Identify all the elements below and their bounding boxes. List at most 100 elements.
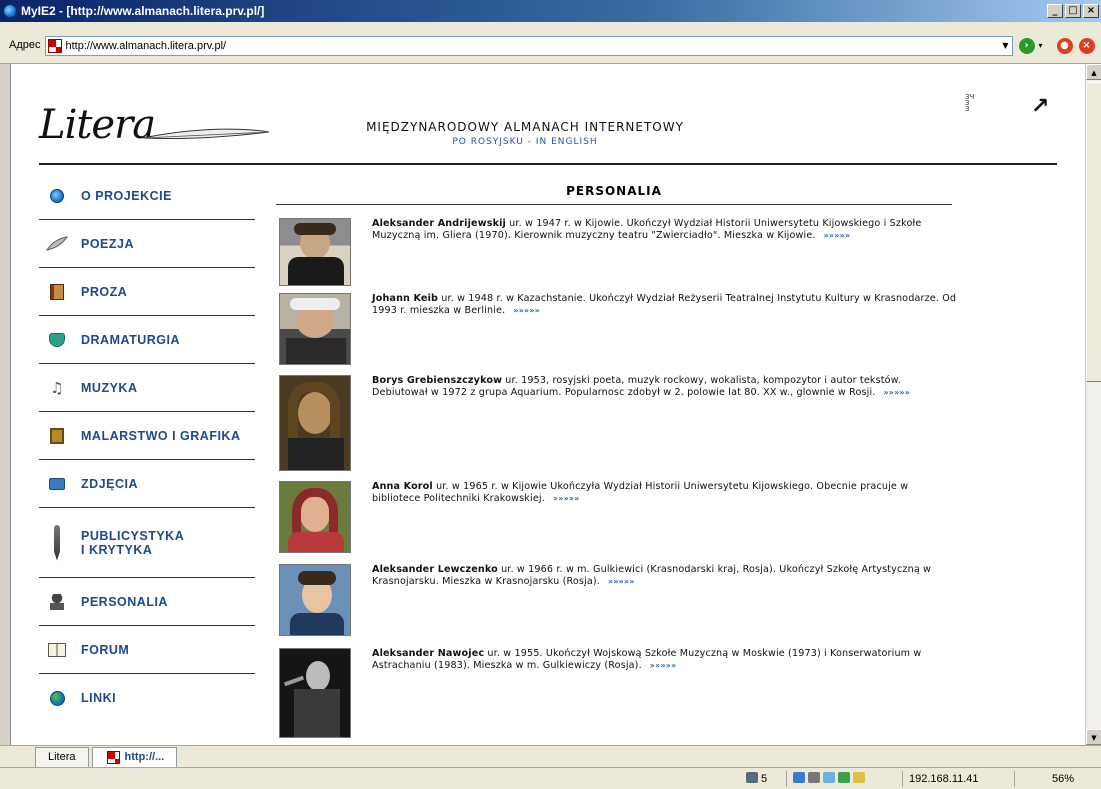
theater-mask-icon (46, 329, 68, 351)
nav-item-o-projekcie[interactable]: O PROJEKCIE (39, 172, 255, 220)
fountain-pen-icon (46, 523, 68, 563)
address-label: Адрес (9, 39, 41, 51)
feather-logo-icon (142, 128, 270, 140)
scroll-down-icon[interactable]: ▼ (1086, 729, 1101, 745)
tab-label: Litera (48, 751, 76, 763)
print-icon[interactable] (808, 772, 820, 783)
nav-item-label: FORUM (81, 642, 130, 657)
trash-icon (746, 772, 758, 783)
zoom-level[interactable]: 56% (1014, 771, 1084, 787)
link-russian[interactable]: PO ROSYJSKU (452, 137, 524, 147)
nav-item-label: MALARSTWO I GRAFIKA (81, 428, 241, 443)
person-name[interactable]: Borys Grebienszczykow (372, 375, 502, 386)
person-name[interactable]: Anna Korol (372, 481, 433, 492)
nav-item-publicystyka[interactable]: PUBLICYSTYKA I KRYTYKA (39, 508, 255, 578)
address-field[interactable]: http://www.almanach.litera.prv.pl/ ▼ (44, 36, 1013, 56)
list-item: Aleksander Nawojec ur. w 1955. Ukończył … (279, 648, 959, 738)
address-dropdown-icon[interactable]: ▼ (1000, 37, 1012, 55)
book-icon (46, 281, 68, 303)
nav-item-label: PUBLICYSTYKA I KRYTYKA (81, 528, 185, 557)
maximize-button[interactable]: □ (1065, 4, 1081, 18)
site-logo[interactable]: Litera (39, 102, 156, 148)
person-photo[interactable] (279, 648, 351, 738)
address-bar: Адрес http://www.almanach.litera.prv.pl/… (0, 22, 1101, 64)
more-link[interactable]: »»»»» (824, 231, 851, 240)
nav-item-muzyka[interactable]: ♫ MUZYKA (39, 364, 255, 412)
person-bio: Johann Keib ur. w 1948 r. w Kazachstanie… (372, 293, 959, 365)
nav-item-linki[interactable]: LINKI (39, 674, 255, 722)
go-dropdown-icon[interactable]: ▾ (1035, 37, 1047, 55)
window-title: MyIE2 - [http://www.almanach.litera.prv.… (21, 4, 265, 18)
person-photo[interactable] (279, 293, 351, 365)
open-book-icon (46, 639, 68, 661)
person-photo[interactable] (279, 481, 351, 553)
sidebar-nav: O PROJEKCIE POEZJA PROZA DRAMATURGIA ♫ M… (39, 172, 255, 722)
status-tool-icons (786, 771, 868, 787)
nav-item-dramaturgia[interactable]: DRAMATURGIA (39, 316, 255, 364)
nav-item-label: PERSONALIA (81, 594, 168, 609)
tab-current-page[interactable]: http://... (91, 747, 178, 767)
scroll-up-icon[interactable]: ▲ (1086, 64, 1101, 80)
site-favicon-icon (47, 39, 62, 53)
person-name[interactable]: Aleksander Lewczenko (372, 564, 498, 575)
nav-item-label: DRAMATURGIA (81, 332, 181, 347)
more-link[interactable]: »»»»» (883, 388, 910, 397)
nav-item-label: ZDJĘCIA (81, 476, 138, 491)
window-titlebar[interactable]: MyIE2 - [http://www.almanach.litera.prv.… (0, 0, 1101, 22)
content-divider (276, 204, 952, 205)
stop-icon[interactable]: ● (1056, 38, 1073, 54)
external-arrow-icon[interactable]: ↗ (1031, 94, 1049, 119)
more-link[interactable]: »»»»» (608, 577, 635, 586)
person-bio: Anna Korol ur. w 1965 r. w Kijowie Ukońc… (372, 481, 959, 553)
feather-icon (46, 233, 68, 255)
nav-item-malarstwo[interactable]: MALARSTWO I GRAFIKA (39, 412, 255, 460)
person-bio: Aleksander Andrijewskij ur. w 1947 r. w … (372, 218, 959, 286)
tab-label: http://... (124, 751, 165, 763)
nav-item-forum[interactable]: FORUM (39, 626, 255, 674)
list-item: Aleksander Andrijewskij ur. w 1947 r. w … (279, 218, 959, 286)
person-name[interactable]: Aleksander Nawojec (372, 648, 484, 659)
globe-icon (46, 687, 68, 709)
popup-blocker-icon[interactable] (793, 772, 805, 783)
nav-item-label: LINKI (81, 691, 117, 705)
person-photo[interactable] (279, 564, 351, 636)
address-url[interactable]: http://www.almanach.litera.prv.pl/ (66, 40, 1000, 52)
forward-arrow-icon[interactable] (838, 772, 850, 783)
more-link[interactable]: »»»»» (650, 661, 677, 670)
person-photo[interactable] (279, 375, 351, 471)
nav-item-zdjecia[interactable]: ZDJĘCIA (39, 460, 255, 508)
person-name[interactable]: Johann Keib (372, 293, 438, 304)
link-english[interactable]: IN ENGLISH (536, 137, 598, 147)
scroll-thumb[interactable] (1086, 82, 1101, 382)
language-links: PO ROSYJSKU - IN ENGLISH (335, 137, 715, 147)
nav-item-personalia[interactable]: PERSONALIA (39, 578, 255, 626)
trash-count: 5 (761, 773, 768, 785)
list-item: Borys Grebienszczykow ur. 1953, rosyjski… (279, 375, 959, 471)
corner-mark: ЗЧ З З (965, 93, 975, 113)
go-icon[interactable]: › (1018, 38, 1035, 54)
more-link[interactable]: »»»»» (553, 494, 580, 503)
window-icon[interactable] (823, 772, 835, 783)
minimize-button[interactable]: _ (1047, 4, 1063, 18)
vertical-scrollbar[interactable]: ▲ ▼ (1085, 64, 1101, 745)
header-divider (39, 163, 1057, 165)
person-bio: Aleksander Nawojec ur. w 1955. Ukończył … (372, 648, 959, 738)
close-page-icon[interactable]: × (1078, 38, 1095, 54)
list-item: Aleksander Lewczenko ur. w 1966 r. w m. … (279, 564, 959, 636)
trash-counter[interactable]: 5 (740, 771, 767, 787)
person-bio: Borys Grebienszczykow ur. 1953, rosyjski… (372, 375, 959, 471)
person-name[interactable]: Aleksander Andrijewskij (372, 218, 506, 229)
more-link[interactable]: »»»»» (513, 306, 540, 315)
info-circle-icon (46, 185, 68, 207)
nav-item-proza[interactable]: PROZA (39, 268, 255, 316)
site-favicon-icon (106, 751, 120, 764)
nav-item-label: POEZJA (81, 236, 135, 251)
tab-litera[interactable]: Litera (35, 747, 89, 767)
music-note-icon: ♫ (50, 378, 64, 397)
person-photo[interactable] (279, 218, 351, 286)
close-button[interactable]: × (1083, 4, 1099, 18)
tab-bar: Litera http://... (0, 745, 1101, 767)
picture-frame-icon (46, 425, 68, 447)
nav-item-poezja[interactable]: POEZJA (39, 220, 255, 268)
folder-icon[interactable] (853, 772, 865, 783)
